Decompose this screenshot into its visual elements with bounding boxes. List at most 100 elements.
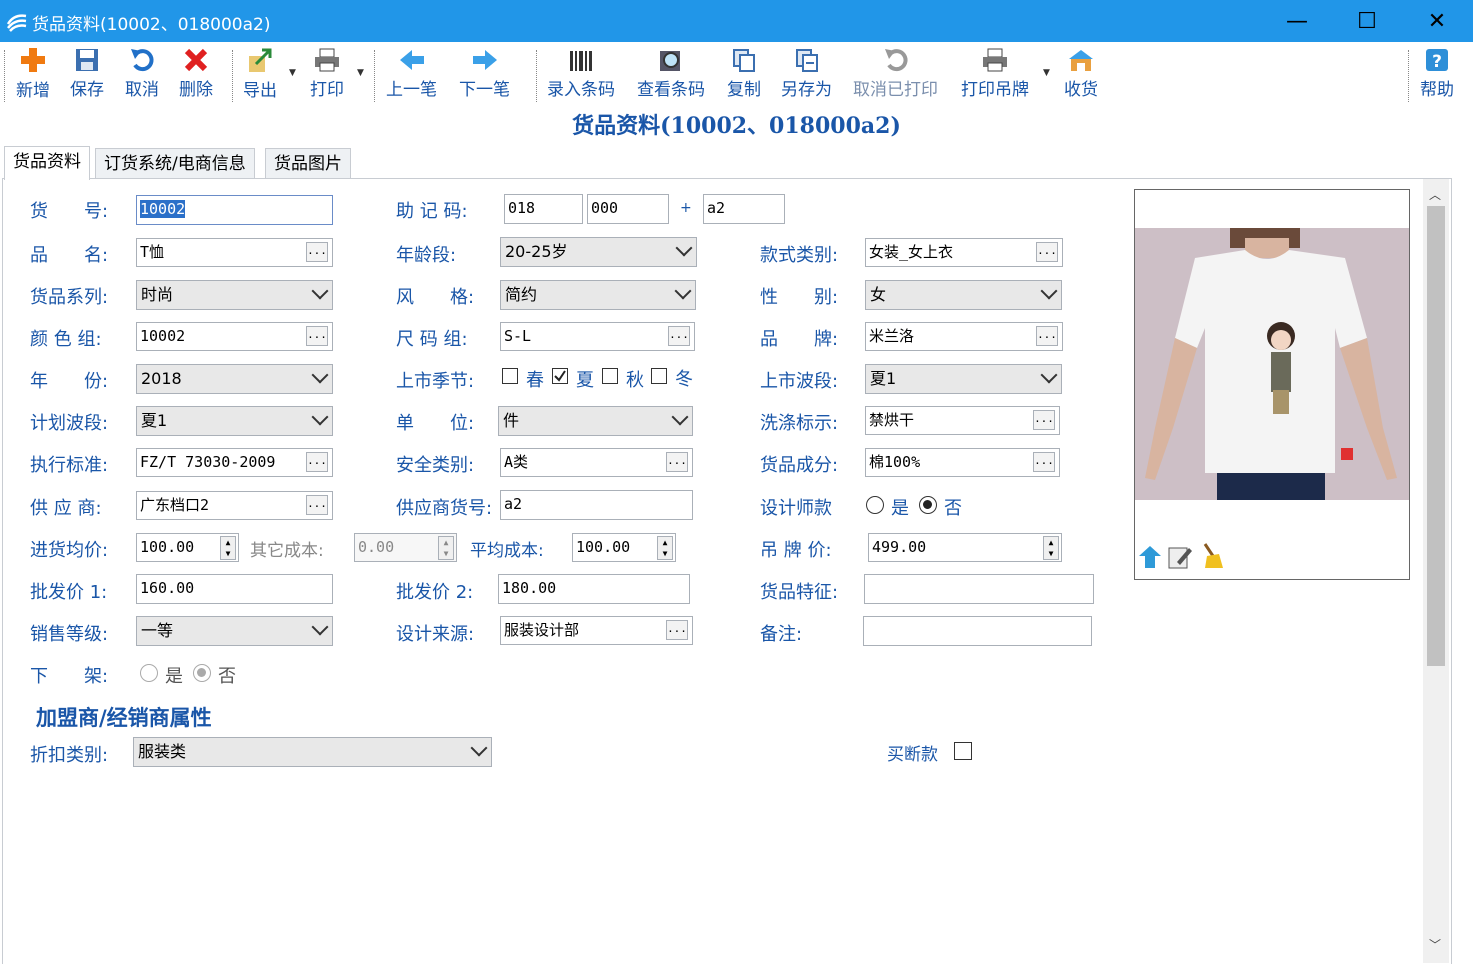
tab-ordering-ecommerce[interactable]: 订货系统/电商信息 (95, 148, 255, 179)
off-shelf-no-radio[interactable] (193, 664, 211, 682)
discount-category-select[interactable]: 服装类 (133, 737, 492, 767)
plan-wave-select[interactable]: 夏1 (136, 406, 333, 436)
supplier-lookup-button[interactable]: ... (306, 495, 328, 515)
supplier-no-input[interactable]: a2 (500, 490, 693, 520)
delete-x-icon (184, 48, 208, 71)
launch-wave-select[interactable]: 夏1 (865, 364, 1062, 394)
name-label: 品 名: (30, 245, 109, 266)
avg-purchase-input[interactable]: 100.00 ▲ ▼ (136, 533, 239, 562)
size-group-lookup-button[interactable]: ... (668, 326, 690, 346)
cancel-button[interactable]: 取消 (125, 46, 159, 100)
avg-purchase-spinner[interactable]: ▲ ▼ (220, 536, 236, 560)
name-lookup-button[interactable]: ... (306, 242, 328, 262)
composition-input[interactable]: 棉100%... (865, 448, 1060, 477)
print-tag-button[interactable]: 打印吊牌 (961, 46, 1029, 100)
composition-lookup-button[interactable]: ... (1033, 452, 1055, 472)
color-group-input[interactable]: 10002... (136, 322, 333, 351)
wash-lookup-button[interactable]: ... (1033, 410, 1055, 430)
edit-image-icon[interactable] (1167, 544, 1193, 570)
arrow-right-icon (472, 49, 497, 70)
maximize-button[interactable]: ☐ (1332, 0, 1402, 42)
designer-no-radio[interactable] (919, 496, 937, 514)
enter-barcode-button[interactable]: 录入条码 (547, 46, 615, 100)
other-cost-spinner[interactable]: ▲ ▼ (438, 536, 454, 560)
scrollbar-thumb[interactable] (1427, 206, 1445, 666)
tag-price-input[interactable]: 499.00 ▲ ▼ (868, 533, 1062, 562)
supplier-input[interactable]: 广东档口2... (136, 491, 333, 520)
plus-icon (21, 48, 45, 72)
next-record-button[interactable]: 下一笔 (459, 46, 510, 100)
tag-printer-icon (983, 48, 1007, 71)
add-button[interactable]: 新增 (16, 46, 50, 101)
standard-input[interactable]: FZ/T 73030-2009... (136, 448, 333, 477)
unit-select[interactable]: 件 (498, 406, 693, 436)
upload-image-icon[interactable] (1137, 544, 1163, 570)
wholesale1-input[interactable]: 160.00 (136, 574, 333, 604)
brand-lookup-button[interactable]: ... (1036, 326, 1058, 346)
help-button[interactable]: ? 帮助 (1420, 46, 1454, 100)
season-autumn-checkbox[interactable] (602, 368, 618, 384)
print-tag-dropdown-icon[interactable]: ▼ (1043, 68, 1050, 78)
wholesale1-label: 批发价 1: (30, 582, 108, 603)
safety-lookup-button[interactable]: ... (666, 452, 688, 472)
age-select[interactable]: 20-25岁 (500, 237, 697, 267)
tab-item-info[interactable]: 货品资料 (4, 146, 90, 180)
off-shelf-yes-radio[interactable] (140, 664, 158, 682)
delete-button[interactable]: 删除 (179, 46, 213, 100)
style-category-lookup-button[interactable]: ... (1036, 242, 1058, 262)
designer-yes-radio[interactable] (866, 496, 884, 514)
buyout-checkbox[interactable] (954, 742, 972, 760)
scroll-down-icon[interactable]: ﹀ (1429, 936, 1441, 953)
name-input[interactable]: T恤... (136, 238, 333, 267)
clear-image-broom-icon[interactable] (1199, 542, 1225, 570)
mnemonic-part3-input[interactable]: a2 (703, 194, 785, 224)
tab-item-images[interactable]: 货品图片 (265, 148, 351, 179)
series-select[interactable]: 时尚 (136, 280, 333, 310)
style-select[interactable]: 简约 (500, 280, 696, 310)
view-barcode-button[interactable]: 查看条码 (637, 46, 705, 100)
tag-price-spinner[interactable]: ▲ ▼ (1043, 536, 1059, 560)
export-dropdown-icon[interactable]: ▼ (289, 68, 296, 78)
undo-gray-icon (884, 48, 907, 71)
year-select[interactable]: 2018 (136, 364, 333, 394)
designer-no-label: 否 (944, 498, 962, 519)
gender-select[interactable]: 女 (865, 280, 1062, 310)
save-button[interactable]: 保存 (70, 46, 104, 100)
other-cost-input[interactable]: 0.00 ▲ ▼ (354, 533, 457, 562)
copy-button[interactable]: 复制 (727, 46, 761, 100)
style-category-input[interactable]: 女装_女上衣... (865, 238, 1063, 267)
cancel-printed-button[interactable]: 取消已打印 (853, 46, 938, 100)
sales-grade-select[interactable]: 一等 (136, 616, 333, 646)
arrow-left-icon (399, 49, 424, 70)
style-label: 风 格: (396, 287, 475, 308)
design-source-input[interactable]: 服装设计部... (500, 616, 693, 645)
close-button[interactable]: ✕ (1402, 0, 1472, 42)
season-spring-checkbox[interactable] (502, 368, 518, 384)
item-no-input[interactable]: 10002 (136, 195, 333, 225)
wash-input[interactable]: 禁烘干... (865, 406, 1060, 435)
season-winter-checkbox[interactable] (651, 368, 667, 384)
feature-input[interactable] (864, 574, 1094, 604)
save-as-button[interactable]: 另存为 (781, 46, 832, 100)
brand-input[interactable]: 米兰洛... (865, 322, 1063, 351)
print-button[interactable]: 打印 (310, 46, 344, 100)
export-button[interactable]: 导出 (243, 46, 277, 101)
composition-label: 货品成分: (760, 455, 839, 476)
avg-cost-input[interactable]: 100.00 ▲ ▼ (572, 533, 676, 562)
remark-input[interactable] (863, 616, 1092, 646)
wholesale2-input[interactable]: 180.00 (498, 574, 690, 604)
mnemonic-part2-input[interactable]: 000 (587, 194, 669, 224)
avg-cost-spinner[interactable]: ▲ ▼ (657, 536, 673, 560)
scroll-up-icon[interactable]: ︿ (1429, 186, 1441, 203)
season-summer-checkbox[interactable] (552, 368, 568, 384)
color-group-lookup-button[interactable]: ... (306, 326, 328, 346)
size-group-input[interactable]: S-L... (500, 322, 695, 351)
prev-record-button[interactable]: 上一笔 (386, 46, 437, 100)
safety-input[interactable]: A类... (500, 448, 693, 477)
design-source-lookup-button[interactable]: ... (666, 620, 688, 640)
print-dropdown-icon[interactable]: ▼ (357, 68, 364, 78)
receive-button[interactable]: 收货 (1064, 46, 1098, 100)
minimize-button[interactable]: — (1262, 0, 1332, 42)
standard-lookup-button[interactable]: ... (306, 452, 328, 472)
mnemonic-part1-input[interactable]: 018 (504, 194, 583, 224)
